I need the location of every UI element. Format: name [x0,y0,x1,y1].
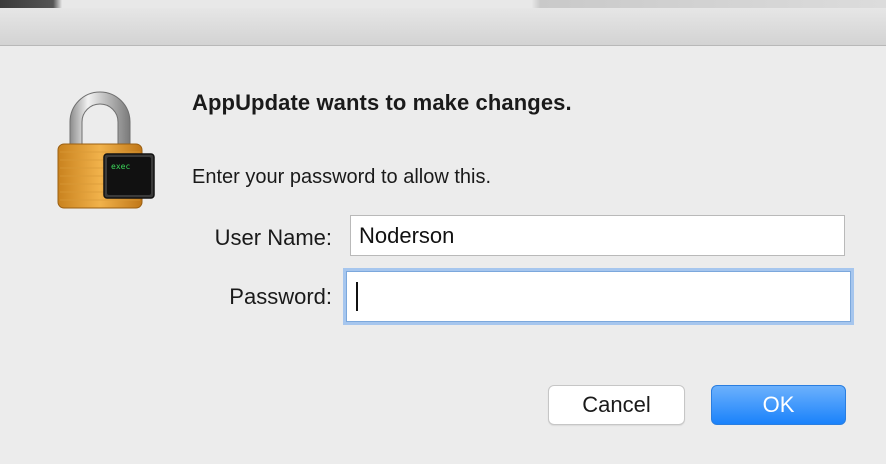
username-label: User Name: [214,225,332,250]
titlebar[interactable] [0,8,886,46]
cancel-button[interactable]: Cancel [548,385,685,425]
auth-dialog: exec AppUpdate wants to make changes. En… [0,0,886,464]
dialog-subtext: Enter your password to allow this. [192,166,492,188]
text-caret [356,282,358,311]
dialog-heading: AppUpdate wants to make changes. [192,90,572,115]
exec-label: exec [111,162,130,171]
password-field[interactable] [346,271,851,322]
lock-exec-icon: exec [57,91,155,209]
username-field[interactable] [350,215,845,256]
password-label: Password: [229,284,332,309]
ok-button[interactable]: OK [711,385,846,425]
background-strip [0,0,886,8]
